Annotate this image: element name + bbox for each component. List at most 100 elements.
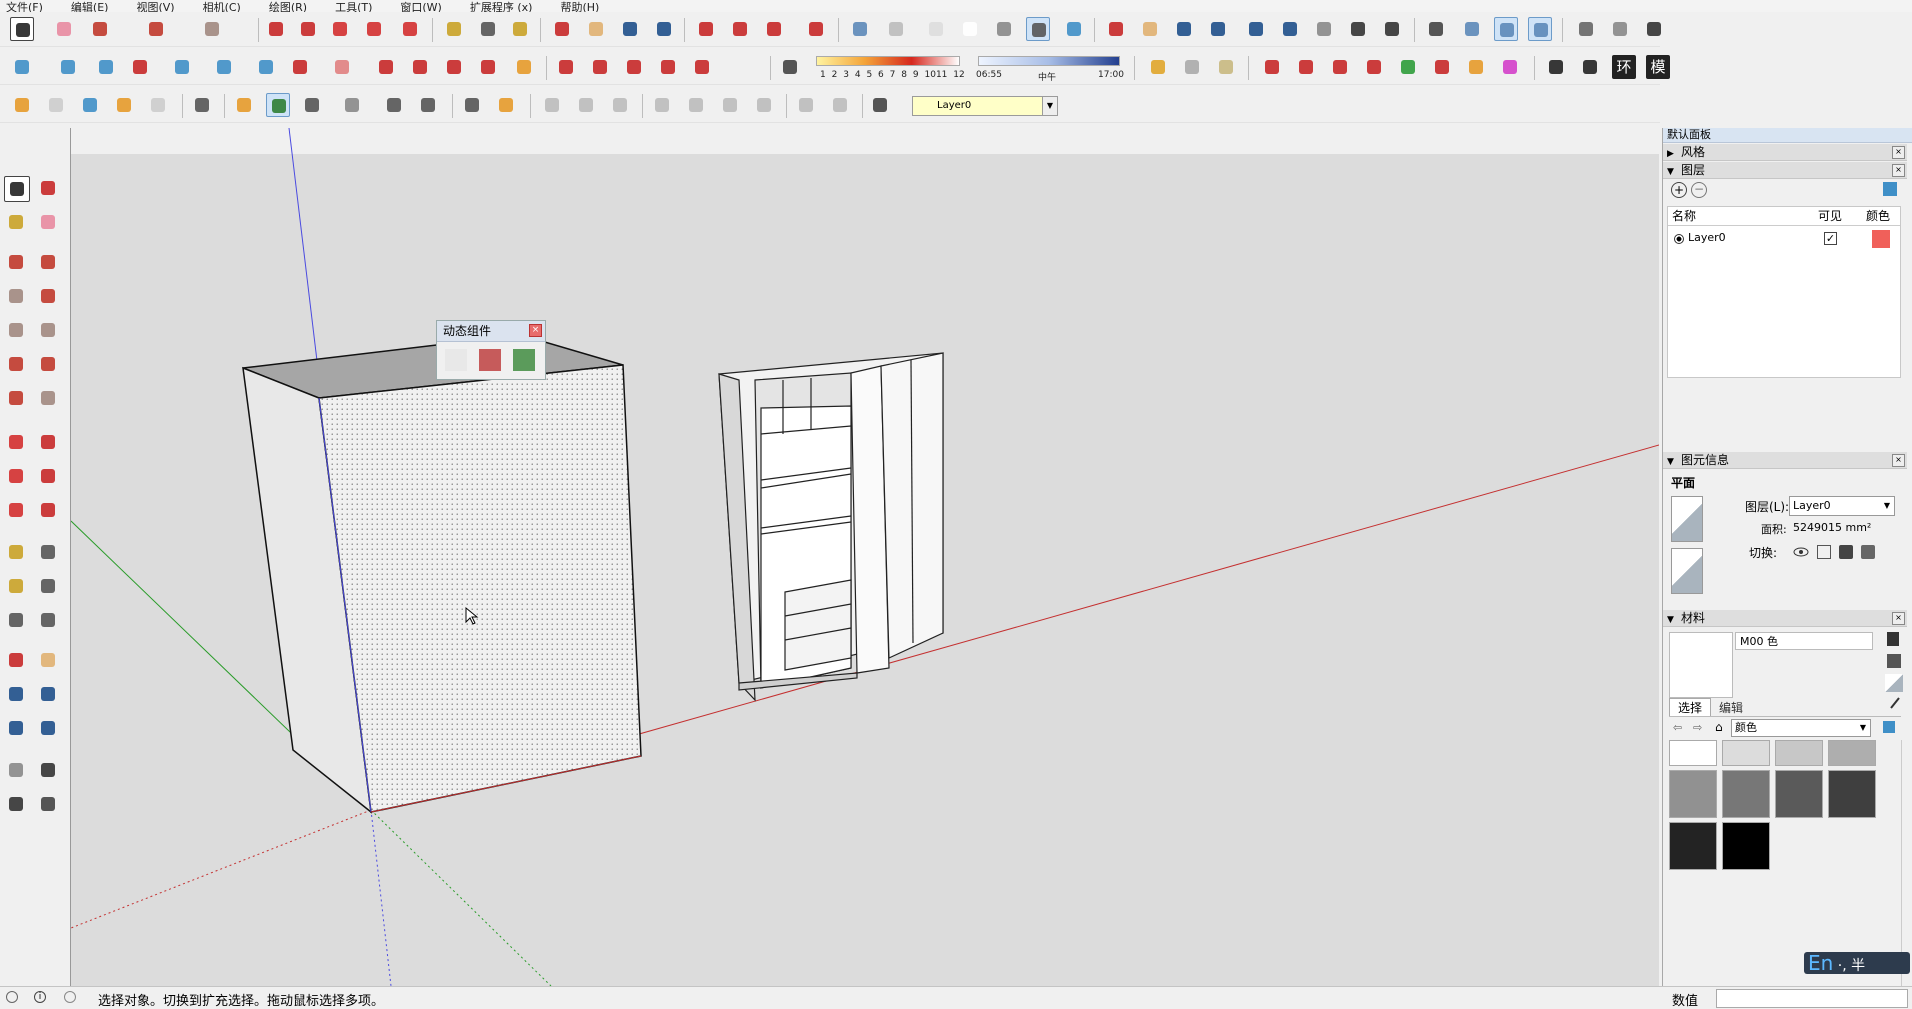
materials-close-icon[interactable]: × bbox=[1892, 612, 1905, 625]
settings-dots-icon[interactable] bbox=[300, 93, 324, 117]
layer-details-icon[interactable] bbox=[1883, 182, 1897, 196]
box-gray-icon[interactable] bbox=[1180, 55, 1204, 79]
left-rotate-icon[interactable] bbox=[4, 464, 30, 490]
extension-warehouse-icon[interactable] bbox=[762, 17, 786, 41]
hourglass-icon[interactable] bbox=[212, 55, 236, 79]
receive-shadow-icon[interactable] bbox=[1839, 545, 1853, 559]
shaded-textures-icon[interactable] bbox=[1026, 17, 1050, 41]
menu-draw[interactable]: 绘图(R) bbox=[269, 2, 307, 12]
entity-info-close-icon[interactable]: × bbox=[1892, 454, 1905, 467]
previous-view-icon[interactable] bbox=[1244, 17, 1268, 41]
left-3dtext-icon[interactable] bbox=[36, 608, 62, 634]
info-icon[interactable] bbox=[494, 93, 518, 117]
library-details-icon[interactable] bbox=[1883, 721, 1895, 733]
left-zoom-window-icon[interactable] bbox=[36, 682, 62, 708]
left-move-icon[interactable] bbox=[4, 430, 30, 456]
checkbox-icon[interactable] bbox=[1578, 55, 1602, 79]
make-component-icon[interactable] bbox=[10, 93, 34, 117]
interact-hand-icon[interactable] bbox=[445, 349, 467, 371]
push-pull-icon[interactable] bbox=[264, 17, 288, 41]
ime-indicator[interactable]: En ·, 半 bbox=[1804, 952, 1910, 974]
arrow-v-icon[interactable] bbox=[1396, 55, 1420, 79]
left-zoom-icon[interactable] bbox=[4, 682, 30, 708]
flip-icon[interactable] bbox=[56, 55, 80, 79]
iso-view-icon[interactable] bbox=[848, 17, 872, 41]
top-view-house-icon[interactable] bbox=[1574, 17, 1598, 41]
doc-exe-icon[interactable] bbox=[574, 93, 598, 117]
elephant-icon[interactable] bbox=[690, 55, 714, 79]
back-arrow-icon[interactable]: ⇦ bbox=[1673, 721, 1682, 734]
warehouse-icon[interactable] bbox=[694, 17, 718, 41]
monochrome-icon[interactable] bbox=[1062, 17, 1086, 41]
materials-section-header[interactable]: ▼ 材料 × bbox=[1663, 610, 1907, 627]
arrow-j-icon[interactable] bbox=[1328, 55, 1352, 79]
left-position-camera-icon[interactable] bbox=[4, 758, 30, 784]
layer-visible-checkbox[interactable]: ✓ bbox=[1824, 232, 1837, 245]
section-cut-icon[interactable] bbox=[1494, 17, 1518, 41]
left-zoom-extents-icon[interactable] bbox=[4, 716, 30, 742]
back-material-icon[interactable] bbox=[1671, 548, 1703, 594]
left-pie-icon[interactable] bbox=[36, 386, 62, 412]
left-rotated-rect-icon[interactable] bbox=[36, 284, 62, 310]
front-material-icon[interactable] bbox=[1671, 496, 1703, 542]
material-swatch[interactable] bbox=[1722, 822, 1770, 870]
home-view-icon[interactable] bbox=[1642, 17, 1666, 41]
zoom-fit-icon[interactable] bbox=[1206, 17, 1230, 41]
arc-icon[interactable] bbox=[144, 17, 168, 41]
huan-button[interactable]: 环 bbox=[1612, 55, 1636, 79]
cast-shadow-icon[interactable] bbox=[1861, 545, 1875, 559]
shaded-icon[interactable] bbox=[992, 17, 1016, 41]
mo-button[interactable]: 模 bbox=[1646, 55, 1670, 79]
material-default-icon[interactable] bbox=[1885, 674, 1903, 692]
left-follow-me-icon[interactable] bbox=[36, 464, 62, 490]
measurements-box[interactable] bbox=[1716, 989, 1908, 1008]
material-swatch[interactable] bbox=[1669, 770, 1717, 818]
eyedropper-icon[interactable] bbox=[1889, 696, 1901, 710]
left-circle-icon[interactable] bbox=[4, 318, 30, 344]
redo-icon[interactable] bbox=[288, 55, 312, 79]
wireframe-icon[interactable] bbox=[924, 17, 948, 41]
raise-icon[interactable] bbox=[128, 55, 152, 79]
left-arc3-icon[interactable] bbox=[4, 386, 30, 412]
hand-icon[interactable] bbox=[1138, 17, 1162, 41]
text-icon[interactable] bbox=[476, 17, 500, 41]
table-icon[interactable] bbox=[1544, 55, 1568, 79]
material-swatch[interactable] bbox=[1828, 740, 1876, 766]
left-walk-icon[interactable] bbox=[4, 792, 30, 818]
pencil-icon[interactable] bbox=[88, 17, 112, 41]
entity-layer-select[interactable]: Layer0 ▼ bbox=[1789, 496, 1895, 516]
menu-window[interactable]: 窗口(W) bbox=[400, 2, 441, 12]
time-slider[interactable] bbox=[978, 56, 1120, 66]
material-swatch[interactable] bbox=[1775, 740, 1823, 766]
panorama-a-icon[interactable] bbox=[794, 93, 818, 117]
material-create-icon[interactable] bbox=[1887, 654, 1901, 668]
solid-intersect-icon[interactable] bbox=[442, 55, 466, 79]
arrow-x-icon[interactable] bbox=[1464, 55, 1488, 79]
doc-web-icon[interactable] bbox=[608, 93, 632, 117]
left-offset-icon[interactable] bbox=[36, 498, 62, 524]
material-swatch[interactable] bbox=[1828, 770, 1876, 818]
month-slider[interactable] bbox=[816, 56, 960, 66]
paint-bucket-icon[interactable] bbox=[508, 17, 532, 41]
left-view-icon[interactable] bbox=[1744, 17, 1768, 41]
styles-close-icon[interactable]: × bbox=[1892, 146, 1905, 159]
align-icon[interactable] bbox=[94, 55, 118, 79]
ruby-icon[interactable] bbox=[804, 17, 828, 41]
material-swatch[interactable] bbox=[1775, 770, 1823, 818]
light-bulb-icon[interactable] bbox=[512, 55, 536, 79]
material-swatch[interactable] bbox=[1722, 770, 1770, 818]
camera-icon[interactable] bbox=[146, 93, 170, 117]
logo-56-icon[interactable] bbox=[622, 55, 646, 79]
tag-icon[interactable] bbox=[112, 93, 136, 117]
position-camera-icon[interactable] bbox=[1104, 17, 1128, 41]
component-icon[interactable] bbox=[10, 55, 34, 79]
menu-edit[interactable]: 编辑(E) bbox=[71, 2, 109, 12]
globe-icon[interactable] bbox=[868, 93, 892, 117]
left-look-around-icon[interactable] bbox=[36, 758, 62, 784]
shadows-toggle-icon[interactable] bbox=[778, 55, 802, 79]
grid-b-icon[interactable] bbox=[684, 93, 708, 117]
layer-color-swatch[interactable] bbox=[1872, 230, 1890, 248]
left-arc-icon[interactable] bbox=[4, 352, 30, 378]
lock-toggle-icon[interactable] bbox=[1817, 545, 1831, 559]
back-view-icon[interactable] bbox=[1710, 17, 1734, 41]
